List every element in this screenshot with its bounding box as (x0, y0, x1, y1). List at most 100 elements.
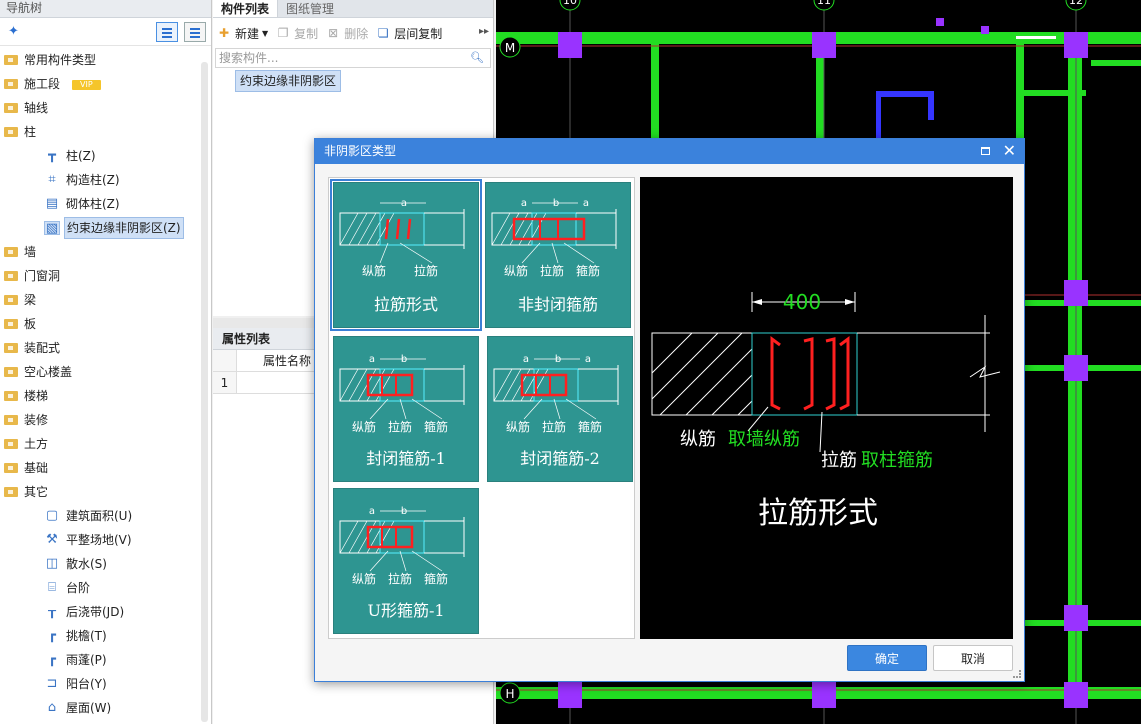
tree-item-folder[interactable]: 梁 (0, 288, 200, 312)
tree-item-folder[interactable]: 轴线 (0, 96, 200, 120)
tree-item-child[interactable]: ⌸ 台阶 (0, 576, 200, 600)
tree-item-label: 楼梯 (24, 389, 49, 403)
copy-icon: ❐ (277, 26, 289, 40)
tree-item-child[interactable]: ▢ 建筑面积(U) (0, 504, 200, 528)
vip-badge: VIP (72, 80, 101, 90)
search-input[interactable] (216, 49, 466, 67)
tree-item-child[interactable]: ┰ 后浇带(JD) (0, 600, 200, 624)
tree-item-label: 散水(S) (66, 557, 107, 571)
component-item[interactable]: 约束边缘非阴影区 (235, 70, 342, 92)
axis-label: 11 (817, 0, 831, 7)
tree-item-child[interactable]: ⚒ 平整场地(V) (0, 528, 200, 552)
rebar-label: 拉筋 (542, 419, 566, 434)
ok-button[interactable]: 确定 (847, 645, 927, 671)
tree-item-label: 约束边缘非阴影区(Z) (64, 217, 184, 239)
tree-item-folder[interactable]: 装配式 (0, 336, 200, 360)
resize-grip[interactable] (1013, 670, 1021, 678)
more-icon[interactable]: ▸▸ (479, 26, 489, 37)
type-option-tile[interactable]: a b 纵筋 拉筋 箍筋 封闭箍筋-1 (333, 336, 479, 482)
copy-button[interactable]: ❐ 复制 (276, 25, 318, 42)
tree-item-folder[interactable]: 楼梯 (0, 384, 200, 408)
preview-pane: 400 纵筋 取墙纵筋 拉筋 取柱箍筋 拉筋形式 (640, 177, 1013, 639)
tree-item-label: 柱 (24, 125, 37, 139)
new-icon: ✚ (218, 26, 230, 40)
tree-item-child[interactable]: ▤ 砌体柱(Z) (0, 192, 200, 216)
tree-item-folder[interactable]: 墙 (0, 240, 200, 264)
new-button[interactable]: ✚ 新建 ▼ (217, 25, 268, 42)
component-toolbar: ✚ 新建 ▼ ❐ 复制 ⊠ 删除 ❏ 层间复制 ▸▸ (213, 18, 493, 48)
tree-item-folder[interactable]: 柱 (0, 120, 200, 144)
tree-item-child[interactable]: ┏ 挑檐(T) (0, 624, 200, 648)
tree-item-label: 装配式 (24, 341, 61, 355)
dimension-label: b (555, 354, 561, 365)
type-option-tile[interactable]: a b 纵筋 拉筋 箍筋 U形箍筋-1 (333, 488, 479, 634)
rebar-label: 纵筋 (352, 571, 376, 586)
folder-icon (4, 343, 18, 353)
nav-toolbar: ✦ (0, 18, 211, 46)
tree-item-folder[interactable]: 其它 (0, 480, 200, 504)
shadow-area-type-dialog: 非阴影区类型 ✕ a 纵筋 拉筋 拉筋形式 a b a 纵筋 拉筋 箍筋 非封闭箍筋 a b 纵筋 拉筋 箍筋… (314, 138, 1025, 682)
tree-item-label: 建筑面积(U) (66, 509, 133, 523)
folder-icon (4, 79, 18, 89)
tree-item-folder[interactable]: 常用构件类型 (0, 48, 200, 72)
delete-button[interactable]: ⊠ 删除 (326, 25, 368, 42)
tree-item-child[interactable]: ⌂ 屋面(W) (0, 696, 200, 720)
tree-item-folder[interactable]: 空心楼盖 (0, 360, 200, 384)
rebar-label: 拉筋 (540, 263, 564, 278)
tree-item-child[interactable]: ┏ 雨蓬(P) (0, 648, 200, 672)
tree-item-folder[interactable]: 施工段 VIP (0, 72, 200, 96)
type-option-tile[interactable]: a b a 纵筋 拉筋 箍筋 封闭箍筋-2 (487, 336, 633, 482)
folder-icon (4, 487, 18, 497)
search-icon[interactable]: 🔍︎ (470, 51, 484, 64)
tree-item-folder[interactable]: 装修 (0, 408, 200, 432)
option-caption: 拉筋形式 (373, 295, 438, 314)
rebar-label: 纵筋 (352, 419, 376, 434)
tree-item-label: 土方 (24, 437, 49, 451)
tree-item-child[interactable]: ⌗ 构造柱(Z) (0, 168, 200, 192)
folder-icon (4, 247, 18, 257)
list-view-icon[interactable] (156, 22, 178, 42)
tree-item-label: 阳台(Y) (66, 677, 107, 691)
tree-item-child[interactable]: ▧ 约束边缘非阴影区(Z) (0, 216, 200, 240)
close-icon[interactable]: ✕ (1003, 139, 1016, 163)
folder-icon (4, 127, 18, 137)
tile-view-icon[interactable] (184, 22, 206, 42)
dimension-label: a (521, 198, 527, 209)
maximize-icon[interactable] (981, 147, 990, 155)
property-name-header: 属性名称 (263, 354, 312, 368)
type-option-tile[interactable]: a b a 纵筋 拉筋 箍筋 非封闭箍筋 (485, 182, 631, 328)
row-number-header (213, 350, 237, 371)
preview-label-tie-source: 取柱箍筋 (861, 450, 933, 471)
rebar-label: 箍筋 (576, 263, 600, 278)
tree-item-child[interactable]: ┳ 柱(Z) (0, 144, 200, 168)
pin-icon[interactable]: ✦ (8, 24, 19, 39)
tab-component-list[interactable]: 构件列表 (213, 0, 279, 17)
canopy-icon: ┏ (48, 652, 56, 667)
tree-item-label: 雨蓬(P) (66, 653, 107, 667)
option-caption: U形箍筋-1 (367, 601, 445, 620)
preview-caption: 拉筋形式 (758, 496, 878, 531)
rebar-label: 拉筋 (388, 419, 412, 434)
tree-item-folder[interactable]: 基础 (0, 456, 200, 480)
nav-scrollbar[interactable] (201, 62, 208, 722)
tree-item-label: 基础 (24, 461, 49, 475)
axis-label: 10 (563, 0, 577, 7)
floor-copy-button[interactable]: ❏ 层间复制 (376, 25, 442, 42)
tree-item-child[interactable]: ⊐ 阳台(Y) (0, 672, 200, 696)
eave-icon: ┏ (48, 628, 56, 643)
tree-item-child[interactable]: ◫ 散水(S) (0, 552, 200, 576)
tree-item-label: 构造柱(Z) (66, 173, 120, 187)
cancel-button[interactable]: 取消 (933, 645, 1013, 671)
tab-drawing-management[interactable]: 图纸管理 (278, 0, 342, 17)
tree-item-folder[interactable]: 板 (0, 312, 200, 336)
tree-item-folder[interactable]: 土方 (0, 432, 200, 456)
tree-item-folder[interactable]: 门窗洞 (0, 264, 200, 288)
rebar-label: 纵筋 (504, 263, 528, 278)
masonry-column-icon: ▤ (45, 196, 59, 211)
type-option-tile[interactable]: a 纵筋 拉筋 拉筋形式 (330, 179, 482, 331)
tree-item-label: 挑檐(T) (66, 629, 107, 643)
folder-icon (4, 271, 18, 281)
balcony-icon: ⊐ (46, 676, 58, 691)
search-box: 🔍︎ (215, 48, 491, 68)
tree-item-label: 门窗洞 (24, 269, 61, 283)
